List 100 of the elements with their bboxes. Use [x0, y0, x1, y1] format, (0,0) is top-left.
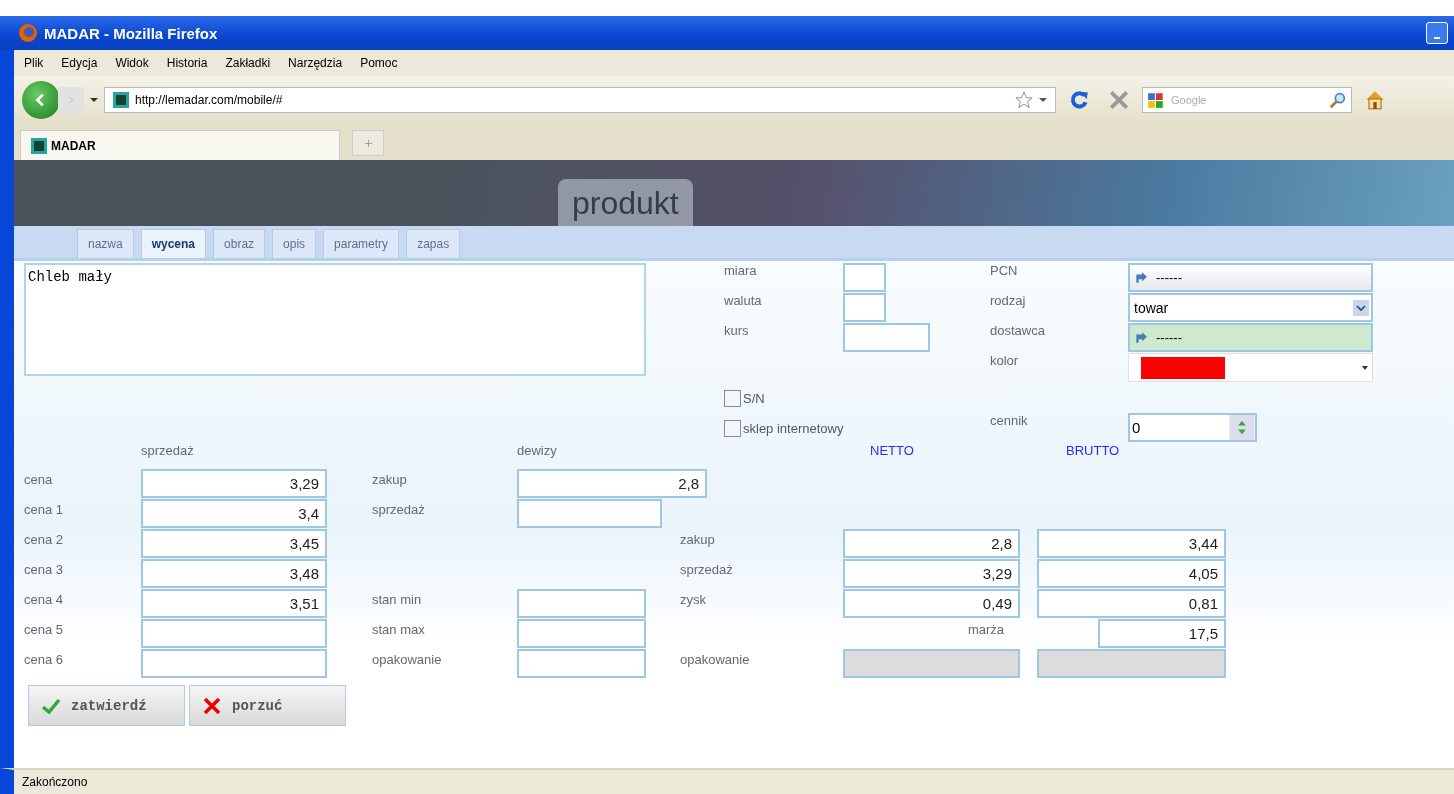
minimize-icon: [1434, 37, 1440, 39]
checkbox[interactable]: [724, 389, 741, 407]
field-label: miara: [724, 263, 758, 280]
field-label: cena 6: [24, 651, 65, 669]
tab[interactable]: zapas: [406, 229, 461, 258]
field-label: cena 5: [24, 621, 65, 639]
column-header: dewizy: [517, 443, 558, 460]
field-label: cena 3: [24, 561, 65, 579]
menu-item[interactable]: Zakładki: [225, 56, 271, 70]
tab[interactable]: opis: [272, 229, 317, 258]
plus-icon: [363, 138, 373, 148]
input-field[interactable]: [843, 263, 886, 292]
menu-item[interactable]: Edycja: [61, 56, 98, 70]
globe-fox-icon: [18, 23, 38, 43]
netto-field[interactable]: 3,29: [843, 559, 1020, 588]
field-label: kurs: [724, 323, 750, 340]
checkbox[interactable]: [724, 419, 741, 437]
field-label: zysk: [680, 591, 707, 609]
lookup-field[interactable]: ------: [1128, 323, 1373, 352]
field-label: cennik: [990, 413, 1029, 430]
site-icon: [31, 137, 47, 154]
tab[interactable]: parametry: [323, 229, 400, 258]
dropdown-field[interactable]: towar: [1128, 293, 1373, 322]
stop-icon[interactable]: [1108, 89, 1130, 111]
reload-icon[interactable]: [1068, 89, 1090, 111]
input-field[interactable]: [843, 293, 886, 322]
price-field[interactable]: 3,45: [141, 529, 327, 558]
page-heading: produkt: [558, 179, 693, 226]
field-label: marża: [966, 621, 1005, 639]
back-button[interactable]: [22, 81, 60, 119]
field-label: stan min: [372, 591, 423, 609]
tab[interactable]: nazwa: [77, 229, 134, 258]
star-icon[interactable]: [1015, 91, 1033, 109]
tab[interactable]: obraz: [213, 229, 266, 258]
menu-item[interactable]: Widok: [115, 56, 149, 70]
description-field[interactable]: Chleb mały: [24, 263, 646, 376]
field-label: cena: [24, 471, 54, 489]
field-label: zakup: [372, 471, 408, 489]
brutto-field[interactable]: 3,44: [1037, 529, 1226, 558]
field-label: opakowanie: [372, 651, 443, 669]
column-header: NETTO: [869, 443, 915, 460]
field-label: zakup: [680, 531, 716, 549]
close-icon: [202, 695, 222, 716]
input-field[interactable]: [517, 589, 646, 618]
chevron-down-icon: [1353, 299, 1369, 316]
brutto-field[interactable]: 4,05: [1037, 559, 1226, 588]
price-field[interactable]: 3,29: [141, 469, 327, 498]
margin-field[interactable]: 17,5: [1098, 619, 1226, 648]
minimize-button[interactable]: [1426, 22, 1448, 44]
arrow-icon: [1134, 270, 1148, 285]
price-field[interactable]: [141, 649, 327, 678]
dropdown-arrow-icon[interactable]: [90, 98, 98, 102]
window-title: MADAR - Mozilla Firefox: [44, 24, 218, 42]
cancel-button[interactable]: porzuć: [189, 685, 346, 726]
menu-item[interactable]: Plik: [24, 56, 44, 70]
column-header: sprzedaż: [141, 443, 195, 460]
netto-field[interactable]: 0,49: [843, 589, 1020, 618]
input-field[interactable]: [517, 649, 646, 678]
field-label: cena 4: [24, 591, 65, 609]
menu-item[interactable]: Pomoc: [360, 56, 398, 70]
number-spinner[interactable]: 0: [1128, 413, 1257, 442]
site-icon: [113, 92, 129, 108]
dropdown-arrow-icon[interactable]: [1039, 98, 1047, 102]
brutto-field[interactable]: 0,81: [1037, 589, 1226, 618]
field-label: waluta: [724, 293, 763, 310]
input-field[interactable]: [517, 499, 662, 528]
price-field[interactable]: [141, 619, 327, 648]
lookup-field[interactable]: ------: [1128, 263, 1373, 292]
column-header: BRUTTO: [1065, 443, 1121, 460]
field-label: sprzedaż: [680, 561, 734, 579]
checkbox-label: S/N: [743, 390, 765, 406]
search-icon[interactable]: [1329, 91, 1347, 109]
arrow-icon: [1134, 330, 1148, 345]
new-tab-button[interactable]: [352, 130, 384, 156]
price-field[interactable]: 3,51: [141, 589, 327, 618]
tab[interactable]: wycena: [140, 229, 207, 258]
field-label: opakowanie: [680, 651, 751, 669]
menu-item[interactable]: Historia: [166, 56, 208, 70]
color-dropdown[interactable]: [1128, 353, 1373, 382]
input-field[interactable]: [517, 619, 646, 648]
input-field[interactable]: 2,8: [517, 469, 707, 498]
input-field[interactable]: [843, 323, 930, 352]
spinner-arrows-icon: [1229, 415, 1255, 440]
field-label: rodzaj: [990, 293, 1027, 310]
status-bar: Zakończono: [0, 768, 1454, 794]
price-field[interactable]: 3,4: [141, 499, 327, 528]
dropdown-arrow-icon: [1362, 365, 1368, 370]
forward-button[interactable]: [58, 87, 84, 113]
field-label: dostawca: [990, 323, 1046, 340]
home-icon[interactable]: [1364, 89, 1386, 111]
field-label: kolor: [990, 353, 1020, 370]
field-label: cena 1: [24, 501, 65, 519]
confirm-button[interactable]: zatwierdź: [28, 685, 185, 726]
menu-item[interactable]: Narzędzia: [288, 56, 343, 70]
address-field[interactable]: http://lemadar.com/mobile/#: [104, 87, 1056, 113]
checkbox-label: sklep internetowy: [743, 420, 844, 436]
netto-field[interactable]: 2,8: [843, 529, 1020, 558]
price-field[interactable]: 3,48: [141, 559, 327, 588]
field-label: PCN: [990, 263, 1019, 280]
browser-tab[interactable]: MADAR: [20, 130, 340, 160]
